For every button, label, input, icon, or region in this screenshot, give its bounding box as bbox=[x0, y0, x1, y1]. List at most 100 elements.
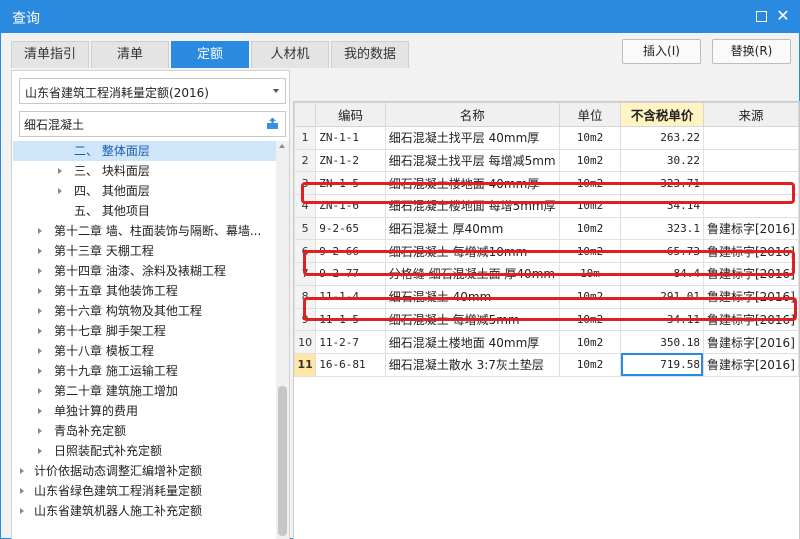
cell-name[interactable]: 细石混凝土找平层 每增减5mm bbox=[384, 148, 560, 173]
cell-code[interactable]: 16-6-81 bbox=[315, 352, 386, 377]
cell-source[interactable]: 鲁建标字[2016] bbox=[702, 262, 799, 286]
cell-unit[interactable]: 10m2 bbox=[558, 148, 622, 173]
expand-icon[interactable] bbox=[38, 348, 42, 354]
cell-source[interactable]: 鲁建标字[2016] bbox=[702, 284, 799, 309]
cell-price[interactable]: 34.11 bbox=[620, 307, 704, 332]
cell-unit[interactable]: 10m2 bbox=[558, 216, 622, 241]
tab-labor-material[interactable]: 人材机 bbox=[251, 41, 329, 68]
table-row[interactable]: 2 ZN-1-2 细石混凝土找平层 每增减5mm 10m2 30.22 bbox=[294, 148, 799, 173]
header-name[interactable]: 名称 bbox=[384, 102, 560, 127]
cell-code[interactable]: ZN-1-2 bbox=[315, 148, 386, 173]
scroll-thumb[interactable] bbox=[278, 386, 287, 536]
table-row[interactable]: 6 9-2-66 细石混凝土 每增减10mm 10m2 65.73 鲁建标字[2… bbox=[294, 239, 799, 264]
header-unit[interactable]: 单位 bbox=[558, 102, 622, 127]
expand-icon[interactable] bbox=[20, 508, 24, 514]
table-row[interactable]: 8 11-1-4 细石混凝土 40mm 10m2 291.01 鲁建标字[201… bbox=[294, 284, 799, 309]
tab-quota[interactable]: 定额 bbox=[171, 41, 249, 68]
cell-source[interactable] bbox=[702, 148, 799, 173]
cell-source[interactable] bbox=[702, 194, 799, 218]
tree-item[interactable]: 山东省建筑机器人施工补充定额 bbox=[13, 501, 276, 521]
expand-icon[interactable] bbox=[38, 328, 42, 334]
cell-name[interactable]: 细石混凝土 40mm bbox=[384, 284, 560, 309]
tree-item[interactable]: 第十九章 施工运输工程 bbox=[13, 361, 276, 381]
cell-unit[interactable]: 10m2 bbox=[558, 126, 622, 150]
expand-icon[interactable] bbox=[20, 468, 24, 474]
cell-code[interactable]: ZN-1-6 bbox=[315, 194, 386, 218]
header-source[interactable]: 来源 bbox=[702, 102, 799, 127]
cell-code[interactable]: 11-2-7 bbox=[315, 330, 386, 354]
close-icon[interactable]: ✕ bbox=[774, 7, 792, 25]
table-row[interactable]: 1 ZN-1-1 细石混凝土找平层 40mm厚 10m2 263.22 bbox=[294, 126, 799, 150]
cell-price[interactable]: 350.18 bbox=[620, 330, 704, 354]
tree-item[interactable]: 三、 块料面层 bbox=[13, 161, 276, 181]
cell-price[interactable]: 323.71 bbox=[620, 171, 704, 196]
cell-price[interactable]: 34.14 bbox=[620, 194, 704, 218]
tree-item[interactable]: 青岛补充定额 bbox=[13, 421, 276, 441]
cell-price[interactable]: 30.22 bbox=[620, 148, 704, 173]
cell-name[interactable]: 细石混凝土楼地面 40mm厚 bbox=[384, 330, 560, 354]
filter-apply-icon[interactable] bbox=[266, 117, 279, 130]
cell-source[interactable] bbox=[702, 126, 799, 150]
table-row[interactable]: 5 9-2-65 细石混凝土 厚40mm 10m2 323.1 鲁建标字[201… bbox=[294, 216, 799, 241]
cell-source[interactable]: 鲁建标字[2016] bbox=[702, 352, 799, 377]
cell-name[interactable]: 细石混凝土楼地面 40mm厚 bbox=[384, 171, 560, 196]
cell-code[interactable]: 9-2-65 bbox=[315, 216, 386, 241]
cell-price[interactable]: 323.1 bbox=[620, 216, 704, 241]
cell-source[interactable]: 鲁建标字[2016] bbox=[702, 239, 799, 264]
tree-item[interactable]: 第十二章 墙、柱面装饰与隔断、幕墙... bbox=[13, 221, 276, 241]
search-input[interactable] bbox=[24, 115, 259, 133]
cell-name[interactable]: 细石混凝土找平层 40mm厚 bbox=[384, 126, 560, 150]
maximize-icon[interactable] bbox=[752, 7, 770, 25]
cell-source[interactable] bbox=[702, 171, 799, 196]
cell-unit[interactable]: 10m bbox=[558, 262, 622, 286]
cell-name[interactable]: 细石混凝土散水 3:7灰土垫层 bbox=[384, 352, 560, 377]
cell-price[interactable]: 65.73 bbox=[620, 239, 704, 264]
tree-item[interactable]: 二、 整体面层 bbox=[13, 141, 276, 161]
cell-price[interactable]: 291.01 bbox=[620, 284, 704, 309]
tree-item[interactable]: 单独计算的费用 bbox=[13, 401, 276, 421]
cell-code[interactable]: ZN-1-1 bbox=[315, 126, 386, 150]
cell-unit[interactable]: 10m2 bbox=[558, 194, 622, 218]
expand-icon[interactable] bbox=[58, 168, 62, 174]
cell-name[interactable]: 细石混凝土 每增减10mm bbox=[384, 239, 560, 264]
expand-icon[interactable] bbox=[58, 188, 62, 194]
expand-icon[interactable] bbox=[20, 488, 24, 494]
cell-source[interactable]: 鲁建标字[2016] bbox=[702, 330, 799, 354]
table-row[interactable]: 4 ZN-1-6 细石混凝土楼地面 每增5mm厚 10m2 34.14 bbox=[294, 194, 799, 218]
tree-item[interactable]: 第十四章 油漆、涂料及裱糊工程 bbox=[13, 261, 276, 281]
tree-item[interactable]: 第十三章 天棚工程 bbox=[13, 241, 276, 261]
table-row[interactable]: 3 ZN-1-5 细石混凝土楼地面 40mm厚 10m2 323.71 bbox=[294, 171, 799, 196]
tree-scrollbar[interactable] bbox=[276, 141, 289, 539]
tree-item[interactable]: 日照装配式补充定额 bbox=[13, 441, 276, 461]
tree-item[interactable]: 第二十章 建筑施工增加 bbox=[13, 381, 276, 401]
table-row[interactable]: 7 9-2-77 分格缝 细石混凝土面 厚40mm 10m 84.4 鲁建标字[… bbox=[294, 262, 799, 286]
expand-icon[interactable] bbox=[38, 428, 42, 434]
tree-item[interactable]: 第十六章 构筑物及其他工程 bbox=[13, 301, 276, 321]
cell-name[interactable]: 细石混凝土 厚40mm bbox=[384, 216, 560, 241]
expand-icon[interactable] bbox=[38, 388, 42, 394]
cell-name[interactable]: 分格缝 细石混凝土面 厚40mm bbox=[384, 262, 560, 286]
tree-item[interactable]: 计价依据动态调整汇编增补定额 bbox=[13, 461, 276, 481]
insert-button[interactable]: 插入(I) bbox=[622, 39, 701, 64]
tree-item[interactable]: 五、 其他项目 bbox=[13, 201, 276, 221]
tree-item[interactable]: 第十七章 脚手架工程 bbox=[13, 321, 276, 341]
table-row-current[interactable]: 11 16-6-81 细石混凝土散水 3:7灰土垫层 10m2 719.58 鲁… bbox=[294, 352, 799, 377]
scroll-up-icon[interactable] bbox=[279, 144, 285, 148]
expand-icon[interactable] bbox=[38, 248, 42, 254]
table-row[interactable]: 9 11-1-5 细石混凝土 每增减5mm 10m2 34.11 鲁建标字[20… bbox=[294, 307, 799, 332]
quota-library-select[interactable]: 山东省建筑工程消耗量定额(2016) bbox=[19, 78, 286, 104]
cell-unit[interactable]: 10m2 bbox=[558, 330, 622, 354]
expand-icon[interactable] bbox=[38, 288, 42, 294]
cell-price[interactable]: 263.22 bbox=[620, 126, 704, 150]
header-code[interactable]: 编码 bbox=[315, 102, 386, 127]
cell-unit[interactable]: 10m2 bbox=[558, 352, 622, 377]
cell-unit[interactable]: 10m2 bbox=[558, 284, 622, 309]
expand-icon[interactable] bbox=[38, 228, 42, 234]
cell-unit[interactable]: 10m2 bbox=[558, 171, 622, 196]
cell-price[interactable]: 84.4 bbox=[620, 262, 704, 286]
cell-code[interactable]: 11-1-5 bbox=[315, 307, 386, 332]
cell-unit[interactable]: 10m2 bbox=[558, 307, 622, 332]
tab-bill-guide[interactable]: 清单指引 bbox=[11, 41, 89, 68]
tree-item[interactable]: 山东省绿色建筑工程消耗量定额 bbox=[13, 481, 276, 501]
cell-name[interactable]: 细石混凝土 每增减5mm bbox=[384, 307, 560, 332]
